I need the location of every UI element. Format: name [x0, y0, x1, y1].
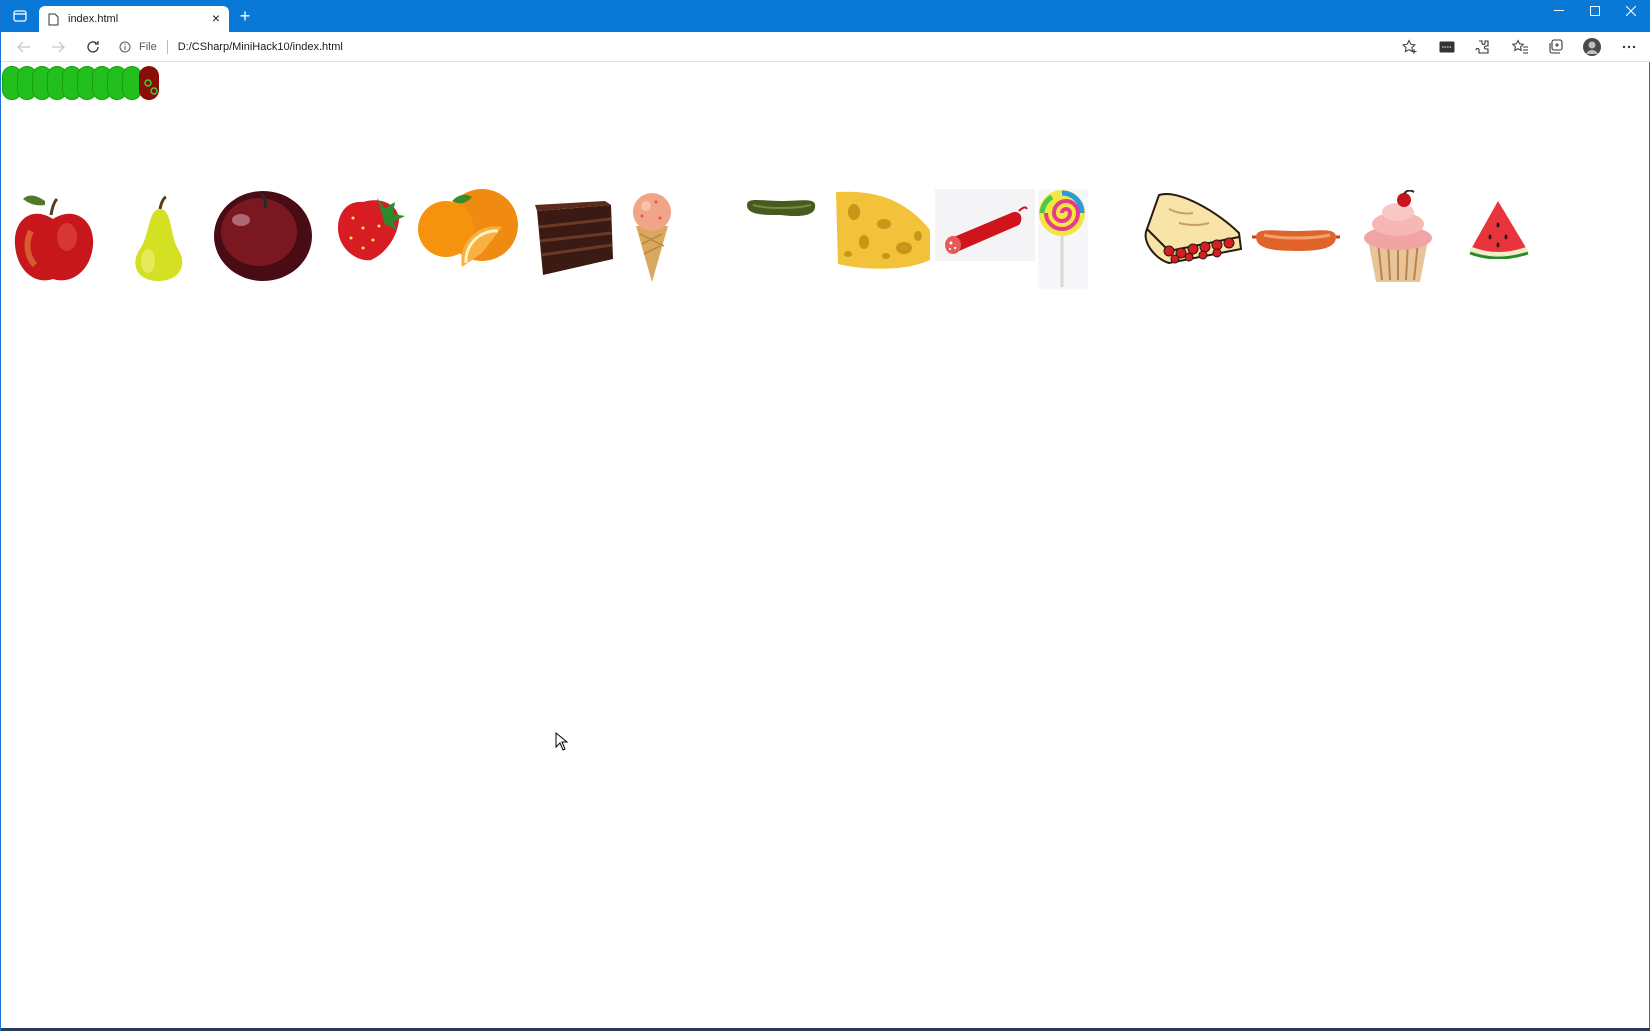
- add-favorite-icon[interactable]: [1400, 38, 1420, 56]
- page-icon: [48, 13, 59, 25]
- orange-icon: [418, 189, 518, 267]
- refresh-button[interactable]: [82, 37, 104, 57]
- tab-actions-button[interactable]: [9, 7, 31, 25]
- mouse-cursor-icon: [555, 732, 569, 751]
- swiss-cheese-icon: [836, 191, 930, 269]
- strawberry-icon: [338, 198, 405, 261]
- minimize-icon[interactable]: [1541, 0, 1577, 22]
- tab-bar: index.html × +: [1, 0, 1650, 32]
- profile-avatar[interactable]: [1582, 38, 1602, 56]
- lollipop-icon: [1038, 189, 1088, 289]
- toolbar: File D:/CSharp/MiniHack10/index.html: [1, 32, 1650, 62]
- address-url[interactable]: D:/CSharp/MiniHack10/index.html: [178, 41, 343, 53]
- address-scheme-label: File: [139, 41, 157, 53]
- pear-icon: [135, 195, 183, 281]
- extensions-icon[interactable]: [1472, 38, 1492, 56]
- forward-button[interactable]: [47, 37, 69, 57]
- address-bar[interactable]: File D:/CSharp/MiniHack10/index.html: [119, 36, 1429, 58]
- cherry-pie-icon: [1144, 193, 1243, 265]
- chocolate-cake-icon: [535, 201, 613, 275]
- pickle-icon: [747, 200, 816, 217]
- maximize-icon[interactable]: [1577, 0, 1613, 22]
- browser-window: index.html × + File D:/CSharp/MiniHack10…: [0, 0, 1650, 1031]
- back-button[interactable]: [13, 37, 35, 57]
- plum-icon: [214, 191, 312, 281]
- forward-arrow-icon: [52, 41, 65, 53]
- apple-icon: [14, 195, 94, 281]
- page-content: [1, 63, 1649, 1028]
- salami-icon: [935, 189, 1035, 261]
- sausage-icon: [1252, 230, 1340, 251]
- watermelon-icon: [1469, 201, 1529, 259]
- address-separator: [166, 40, 168, 54]
- ice-cream-cone-icon: [633, 193, 671, 282]
- close-icon[interactable]: ×: [209, 11, 223, 26]
- reading-view-icon[interactable]: [1437, 38, 1457, 56]
- back-arrow-icon: [17, 41, 30, 53]
- refresh-icon: [87, 41, 99, 53]
- caterpillar-head: [139, 66, 159, 100]
- cupcake-icon: [1364, 190, 1432, 282]
- new-tab-icon[interactable]: +: [236, 7, 254, 26]
- tab-title: index.html: [68, 13, 119, 25]
- collections-icon[interactable]: [1546, 38, 1566, 56]
- more-options-icon[interactable]: [1619, 38, 1639, 56]
- info-icon: [119, 41, 131, 53]
- favorites-icon[interactable]: [1510, 38, 1530, 56]
- tab-actions-icon: [13, 10, 27, 22]
- window-close-icon[interactable]: [1613, 0, 1649, 22]
- tab-active[interactable]: index.html ×: [39, 6, 229, 32]
